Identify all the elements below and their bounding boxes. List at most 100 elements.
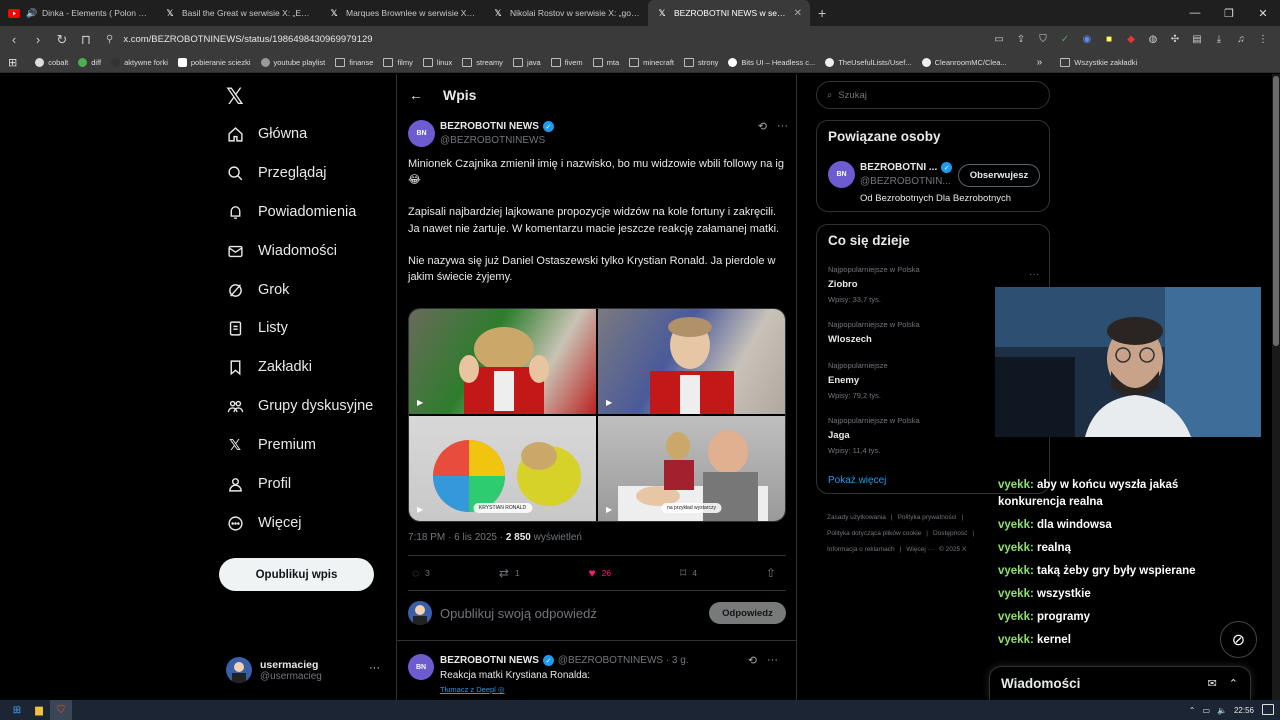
download-icon[interactable]: ⤓ (1210, 31, 1228, 49)
trend-item[interactable]: Najpopularniejsze w Polska Ziobro Wpisy:… (828, 265, 920, 304)
bookmark-item[interactable]: TheUsefulLists/Usef... (825, 58, 912, 67)
footer-link[interactable]: Dostępność (933, 530, 967, 537)
footer-link[interactable]: Więcej ··· (906, 546, 934, 553)
clock[interactable]: 22:56 (1234, 706, 1254, 715)
avatar[interactable]: BN (408, 654, 434, 680)
nav-item-premium[interactable]: 𝕏 Premium (226, 431, 316, 459)
url-field[interactable]: ⚲ x.com/BEZROBOTNINEWS/status/1986498430… (106, 30, 986, 50)
cast-icon[interactable]: ▭ (990, 31, 1008, 49)
scrollbar[interactable] (1272, 74, 1280, 700)
bookmarks-overflow-icon[interactable]: » (1037, 57, 1043, 68)
bookmark-item[interactable]: CleanroomMC/Clea... (921, 58, 1007, 67)
related-name[interactable]: BEZROBOTNI ... ✓ (860, 162, 953, 173)
back-icon[interactable]: ‹ (4, 30, 24, 50)
bookmark-item[interactable]: cobalt (35, 58, 68, 67)
browser-tab[interactable]: 🔊 Dinka - Elements ( Polon Remix ) (0, 0, 156, 26)
network-icon[interactable]: ▭ (1202, 706, 1210, 715)
avatar[interactable]: BN (828, 161, 855, 188)
extension-icon[interactable]: ■ (1100, 31, 1118, 49)
author-handle[interactable]: @BEZROBOTNINEWS (440, 135, 545, 146)
bookmark-page-icon[interactable]: ⊓ (76, 30, 96, 50)
volume-icon[interactable]: 🔈 (1217, 706, 1227, 715)
bookmark-item[interactable]: pobieranie sciezki (177, 58, 251, 67)
new-tab-button[interactable]: + (810, 0, 834, 26)
bookmark-folder[interactable]: minecraft (629, 58, 674, 67)
like-button[interactable]: ♥ 26 (589, 566, 612, 580)
browser-tab[interactable]: 𝕏 Nikolai Rostov w serwisie X: „god ble (484, 0, 648, 26)
more-icon[interactable]: ··· (777, 120, 788, 133)
extension-icon[interactable]: ◆ (1122, 31, 1140, 49)
trend-item[interactable]: Najpopularniejsze w Polska Wloszech (828, 320, 920, 345)
bookmark-item[interactable]: Bits UI – Headless c... (728, 58, 815, 67)
extension-icon[interactable]: ◍ (1144, 31, 1162, 49)
more-icon[interactable]: ··· (767, 654, 778, 667)
post-button[interactable]: Opublikuj wpis (219, 558, 374, 591)
following-button[interactable]: Obserwujesz (958, 164, 1040, 187)
windows-start-icon[interactable]: ⊞ (6, 700, 28, 720)
file-explorer-icon[interactable]: ▆ (28, 700, 50, 720)
reply-button[interactable]: ◌ 3 (412, 566, 430, 580)
expand-icon[interactable]: ⌃ (1229, 677, 1238, 690)
nav-item-notifications[interactable]: Powiadomienia (226, 198, 356, 226)
footer-link[interactable]: Zasady użytkowania (827, 514, 886, 521)
show-more-link[interactable]: Pokaż więcej (828, 475, 886, 486)
bookmark-folder[interactable]: filmy (383, 58, 413, 67)
footer-link[interactable]: Polityka dotycząca plików cookie (827, 530, 921, 537)
nav-item-bookmarks[interactable]: Zakładki (226, 353, 312, 381)
share-icon[interactable]: ⇪ (1012, 31, 1030, 49)
nav-item-lists[interactable]: Listy (226, 314, 288, 342)
all-bookmarks[interactable]: Wszystkie zakładki (1060, 58, 1137, 67)
bookmark-folder[interactable]: finanse (335, 58, 373, 67)
share-button[interactable]: ⇧ (766, 566, 782, 580)
nav-item-communities[interactable]: Grupy dyskusyjne (226, 392, 373, 420)
forward-icon[interactable]: › (28, 30, 48, 50)
nav-item-more[interactable]: Więcej (226, 509, 302, 537)
nav-item-grok[interactable]: Grok (226, 276, 289, 304)
speaker-icon[interactable]: 🔊 (26, 7, 38, 19)
trend-item[interactable]: Najpopularniejsze Enemy Wpisy: 79,2 tys. (828, 361, 888, 400)
trend-item[interactable]: Najpopularniejsze w Polska Jaga Wpisy: 1… (828, 416, 920, 455)
bookmark-folder[interactable]: strony (683, 58, 718, 67)
restore-icon[interactable]: ❐ (1212, 0, 1246, 26)
scrollbar-thumb[interactable] (1273, 76, 1279, 346)
nav-item-profile[interactable]: Profil (226, 470, 291, 498)
media-icon[interactable]: ♫ (1232, 31, 1250, 49)
close-window-icon[interactable]: ✕ (1246, 0, 1280, 26)
author-name[interactable]: BEZROBOTNI NEWS ✓ (440, 121, 554, 132)
more-icon[interactable]: ··· (1029, 269, 1039, 280)
sidebar-icon[interactable]: ▤ (1188, 31, 1206, 49)
grok-icon[interactable]: ⟲ (748, 654, 757, 667)
bookmark-folder[interactable]: mta (592, 58, 619, 67)
tray-expand-icon[interactable]: ⌃ (1189, 706, 1196, 715)
bookmark-button[interactable]: ⌑ 4 (680, 566, 697, 580)
bookmark-folder[interactable]: fivem (550, 58, 583, 67)
new-message-icon[interactable]: ✉ (1208, 677, 1217, 690)
reply-submit-button[interactable]: Odpowiedz (709, 602, 786, 624)
bookmark-item[interactable]: diff (78, 58, 101, 67)
footer-link[interactable]: Informacja o reklamach (827, 546, 895, 553)
x-logo-icon[interactable]: 𝕏 (226, 84, 244, 110)
back-arrow-icon[interactable]: ← (409, 87, 423, 103)
bookmark-item[interactable]: youtube playlist (260, 58, 325, 67)
brave-browser-icon[interactable]: ⛉ (50, 700, 72, 720)
browser-tab[interactable]: 𝕏 Basil the Great w serwisie X: „EU Pres (156, 0, 320, 26)
video-thumbnail[interactable]: ▶ na przykład wystarczy (598, 416, 785, 521)
nav-item-home[interactable]: Główna (226, 120, 307, 148)
grok-icon[interactable]: ⟲ (758, 120, 767, 133)
close-tab-icon[interactable]: ✕ (794, 8, 802, 19)
apps-icon[interactable]: ⊞ (8, 56, 17, 69)
reply-tweet[interactable]: BN BEZROBOTNI NEWS ✓ @BEZROBOTNINEWS · 3… (408, 654, 788, 700)
browser-tab[interactable]: 𝕏 Marques Brownlee w serwisie X: „You (320, 0, 484, 26)
footer-link[interactable]: Polityka prywatności (898, 514, 957, 521)
reload-icon[interactable]: ↻ (52, 30, 72, 50)
check-icon[interactable]: ✓ (1056, 31, 1074, 49)
messages-dock[interactable]: Wiadomości ✉ ⌃ (989, 666, 1251, 700)
nav-item-messages[interactable]: Wiadomości (226, 237, 337, 265)
avatar[interactable]: BN (408, 120, 435, 147)
extension-icon[interactable]: ◉ (1078, 31, 1096, 49)
puzzle-icon[interactable]: ✣ (1166, 31, 1184, 49)
nav-item-explore[interactable]: Przeglądaj (226, 159, 327, 187)
translate-link[interactable]: Tłumacz z Deepl ◎ (440, 685, 505, 694)
more-icon[interactable]: ··· (369, 662, 380, 674)
video-thumbnail[interactable]: ▶ (598, 309, 785, 414)
